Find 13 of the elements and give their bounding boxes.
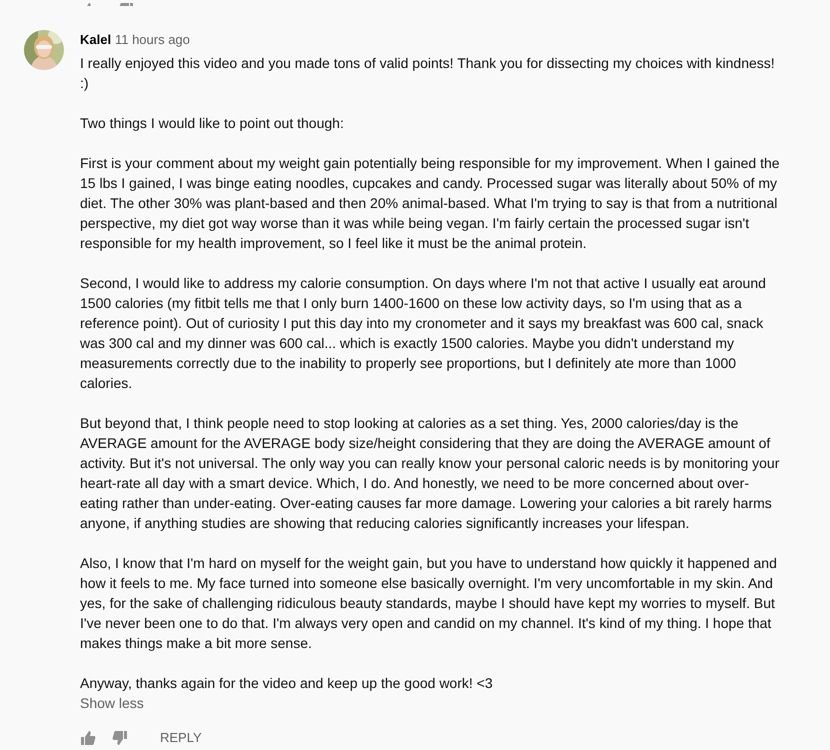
- comment-paragraph: Two things I would like to point out though:: [80, 114, 345, 133]
- dislike-icon[interactable]: [112, 730, 128, 746]
- comment-paragraph: But beyond that, I think people need to stop looking at calories as a set thing. Yes, 2000 calories/day is the AVERAGE amount for the AVERAGE body size/height considering that they are doing the AVERAGE amount of activity. But it's not universal. The only way you can really know your personal caloric needs is by monitoring your heart-rate all day with a smart device. Which, I do. And honestly, we need to be more concerned about over-eating rather than under-eating. Over-eating causes far more damage. Lowering your calories a bit rarely harms anyone, if anything studies are showing that reducing calories significantly increases your lifespan.: [80, 414, 780, 533]
- reply-button[interactable]: REPLY: [152, 722, 210, 750]
- show-less-link[interactable]: Show less: [80, 693, 144, 713]
- comment-paragraph: I really enjoyed this video and you made tons of valid points! Thank you for dissecting my choices with kindness! :): [80, 54, 776, 93]
- comment-time[interactable]: 11 hours ago: [114, 32, 190, 47]
- comment-paragraph: Anyway, thanks again for the video and keep up the good work! <3: [80, 674, 494, 693]
- comment-paragraph: Second, I would like to address my calorie consumption. On days where I'm not that active I usually eat around 1500 calories (my fitbit tells me that I only burn 1400-1600 on these low activity days, so I'm using that as a reference point). Out of curiosity I put this day into my cronometer and it says my breakfast was 600 cal, snack was 300 cal and my dinner was 600 cal... which is exactly 1500 calories. Maybe you didn't understand my measurements correctly due to the inability to properly see proportions, but I definitely ate more than 1000 calories.: [80, 274, 767, 393]
- comment-paragraph: Also, I know that I'm hard on myself for the weight gain, but you have to understand how quickly it happened and how it feels to me. My face turned into someone else basically overnight. I'm very uncomfortable in my skin. And yes, for the sake of challenging ridiculous beauty standards, maybe I should have kept my worries to myself. But I've never been one to do that. I'm always very open and candid on my channel. It's kind of my thing. I hope that makes things make a bit more sense.: [80, 554, 778, 653]
- author-name[interactable]: Kalel: [80, 32, 112, 47]
- like-icon[interactable]: [80, 730, 96, 746]
- comment-paragraph: First is your comment about my weight gain potentially being responsible for my improvement. When I gained the 15 lbs I gained, I was binge eating noodles, cupcakes and candy. Processed sugar was literally about 50% of my diet. The other 30% was plant-based and then 20% animal-based. What I'm trying to say is that from a nutritional perspective, my diet got way worse than it was while being vegan. I'm fairly certain the processed sugar isn't responsible for my health improvement, so I feel like it must be the animal protein.: [80, 154, 780, 253]
